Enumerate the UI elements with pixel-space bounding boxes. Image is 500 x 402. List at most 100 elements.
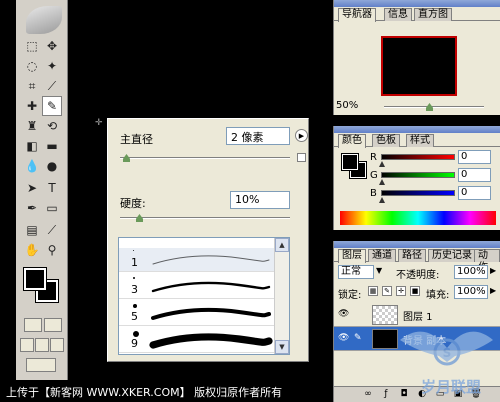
green-channel-slider[interactable] (381, 172, 455, 178)
quick-mask-mode-button[interactable] (44, 318, 62, 332)
lock-all-icon[interactable]: ■ (410, 286, 420, 296)
blur-tool-icon[interactable]: 💧 (22, 156, 42, 176)
path-selection-tool-icon[interactable]: ➤ (22, 178, 42, 198)
opacity-dropdown-icon[interactable]: ▶ (490, 266, 496, 275)
red-channel-label: R (370, 152, 377, 163)
crop-tool-icon[interactable]: ⌗ (22, 76, 42, 96)
reset-diameter-button[interactable] (297, 153, 306, 162)
dodge-tool-icon[interactable]: ● (42, 156, 62, 176)
lock-position-icon[interactable]: ✛ (396, 286, 406, 296)
red-channel-input[interactable]: 0 (458, 150, 491, 164)
clone-stamp-tool-icon[interactable]: ♜ (22, 116, 42, 136)
brush-preset-row[interactable]: 3 (119, 275, 275, 299)
blue-channel-slider[interactable] (381, 190, 455, 196)
master-diameter-slider-thumb[interactable] (123, 154, 130, 162)
fill-dropdown-icon[interactable]: ▶ (490, 286, 496, 295)
layer-visibility-eye-icon[interactable]: 👁 (338, 333, 350, 343)
hand-tool-icon[interactable]: ✋ (22, 240, 42, 260)
layer-style-icon[interactable]: ƒ (380, 389, 392, 400)
brush-tip-dot-icon (133, 277, 135, 279)
tab-actions[interactable]: 动作 (474, 249, 500, 273)
brush-preset-row[interactable]: 9 (119, 329, 275, 353)
slice-tool-icon[interactable]: ⟋ (42, 76, 62, 96)
color-panel-title-bar[interactable] (334, 126, 500, 133)
notes-tool-icon[interactable]: ▤ (22, 220, 42, 240)
lasso-tool-icon[interactable]: ◌ (22, 56, 42, 76)
scroll-up-arrow-icon[interactable]: ▲ (275, 238, 289, 252)
cursor-crosshair-icon: ✛ (95, 118, 103, 128)
lock-image-icon[interactable]: ✎ (382, 286, 392, 296)
tab-navigator[interactable]: 导航器 (338, 8, 376, 22)
blue-channel-input[interactable]: 0 (458, 186, 491, 200)
master-diameter-input[interactable]: 2 像素 (226, 127, 290, 145)
tab-layers[interactable]: 图层 (338, 249, 366, 263)
brush-preset-row[interactable]: 5 (119, 302, 275, 326)
green-channel-slider-thumb[interactable] (379, 179, 385, 185)
healing-brush-tool-icon[interactable]: ✚ (22, 96, 42, 116)
green-channel-label: G (370, 170, 378, 181)
lock-transparency-icon[interactable]: ▦ (368, 286, 378, 296)
history-brush-tool-icon[interactable]: ⟲ (42, 116, 62, 136)
preset-list-scrollbar[interactable]: ▲ ▼ (274, 238, 289, 354)
navigator-preview[interactable] (381, 36, 457, 96)
zoom-tool-icon[interactable]: ⚲ (42, 240, 62, 260)
opacity-label: 不透明度: (396, 270, 440, 281)
tab-styles[interactable]: 样式 (406, 134, 434, 147)
tab-channels[interactable]: 通道 (368, 249, 396, 262)
magic-wand-tool-icon[interactable]: ✦ (42, 56, 62, 76)
fill-label: 填充: (426, 290, 450, 301)
tab-histogram[interactable]: 直方图 (414, 8, 452, 21)
tab-paths[interactable]: 路径 (398, 249, 426, 262)
master-diameter-slider[interactable] (120, 154, 290, 162)
navigator-zoom-slider[interactable] (384, 103, 484, 111)
gradient-tool-icon[interactable]: ▬ (42, 136, 62, 156)
foreground-color-swatch[interactable] (23, 267, 47, 291)
opacity-input[interactable]: 100% (454, 265, 488, 279)
navigator-panel-title-bar[interactable] (334, 0, 500, 7)
brush-preset-picker: 主直径 2 像素 ▶ 硬度: 10% 1 3 5 9 ▲ ▼ (107, 118, 309, 362)
hardness-slider[interactable] (120, 214, 290, 222)
navigator-zoom-value[interactable]: 50% (336, 100, 358, 111)
hardness-input[interactable]: 10% (230, 191, 290, 209)
link-layers-icon[interactable]: ∞ (362, 389, 374, 400)
color-spectrum-ramp[interactable] (340, 211, 496, 225)
full-screen-mode-button[interactable] (50, 338, 64, 352)
tab-info[interactable]: 信息 (384, 8, 412, 21)
brush-stroke-preview (151, 308, 271, 320)
move-tool-icon[interactable]: ✥ (42, 36, 62, 56)
layers-panel-title-bar[interactable] (334, 241, 500, 248)
marquee-tool-icon[interactable]: ⬚ (22, 36, 42, 56)
brush-stroke-line (149, 333, 273, 349)
brush-tool-icon[interactable]: ✎ (42, 96, 62, 116)
blend-mode-select[interactable]: 正常 (338, 265, 374, 279)
tab-history[interactable]: 历史记录 (428, 249, 476, 262)
standard-mode-button[interactable] (24, 318, 42, 332)
tab-color[interactable]: 颜色 (338, 134, 366, 148)
photoshop-feather-logo (26, 6, 62, 34)
navigator-zoom-slider-thumb[interactable] (426, 103, 433, 111)
color-panel-foreground-swatch[interactable] (341, 153, 359, 171)
type-tool-icon[interactable]: T (42, 178, 62, 198)
standard-screen-mode-button[interactable] (20, 338, 34, 352)
eyedropper-tool-icon[interactable]: ⟋ (42, 220, 62, 240)
shape-tool-icon[interactable]: ▭ (42, 198, 62, 218)
hardness-slider-thumb[interactable] (136, 214, 143, 222)
green-channel-input[interactable]: 0 (458, 168, 491, 182)
blend-mode-dropdown-icon[interactable]: ▼ (376, 266, 382, 275)
brush-preset-size: 3 (131, 283, 138, 296)
pen-tool-icon[interactable]: ✒ (22, 198, 42, 218)
layer-visibility-eye-icon[interactable]: 👁 (338, 309, 350, 319)
full-screen-menu-mode-button[interactable] (35, 338, 49, 352)
panel-menu-arrow-icon[interactable]: ▶ (295, 129, 308, 142)
tab-swatches[interactable]: 色板 (372, 134, 400, 147)
red-channel-slider[interactable] (381, 154, 455, 160)
brush-preset-row[interactable]: 1 (119, 248, 275, 272)
scroll-down-arrow-icon[interactable]: ▼ (275, 340, 289, 354)
brush-preset-size: 5 (131, 310, 138, 323)
jump-to-imageready-button[interactable] (26, 358, 56, 372)
eraser-tool-icon[interactable]: ◧ (22, 136, 42, 156)
caption-bar: 上传于【新客网 WWW.XKER.COM】 版权归原作者所有 (0, 381, 333, 402)
blue-channel-slider-thumb[interactable] (379, 197, 385, 203)
fill-input[interactable]: 100% (454, 285, 488, 299)
red-channel-slider-thumb[interactable] (379, 161, 385, 167)
